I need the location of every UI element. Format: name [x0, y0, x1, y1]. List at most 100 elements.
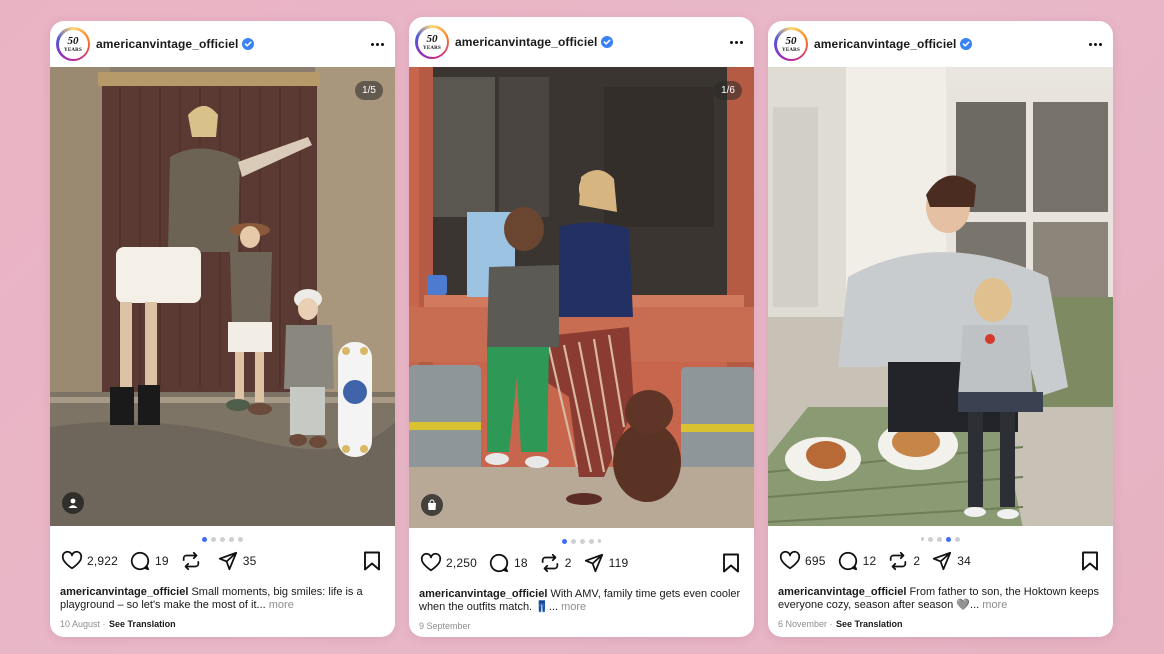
like-count: 2,250	[446, 556, 478, 570]
caption-more-link[interactable]: more	[558, 601, 586, 613]
more-options-icon[interactable]	[1087, 36, 1103, 52]
post-card-2: 50 YEARS americanvintage_officiel 1/6 2,…	[409, 17, 754, 637]
username[interactable]: americanvintage_officiel	[455, 35, 597, 49]
carousel-dot[interactable]	[928, 536, 934, 542]
like-button[interactable]: 2,922	[61, 550, 118, 572]
share-button[interactable]: 119	[583, 552, 629, 574]
avatar-label: YEARS	[782, 47, 800, 53]
share-button[interactable]: 34	[931, 550, 971, 572]
post-photo[interactable]: 1/5	[50, 67, 395, 526]
photo-image	[50, 67, 395, 526]
username[interactable]: americanvintage_officiel	[96, 37, 238, 51]
carousel-dot[interactable]	[220, 536, 225, 542]
caption-more-link[interactable]: more	[979, 599, 1007, 611]
caption-username[interactable]: americanvintage_officiel	[419, 588, 547, 600]
avatar-label: YEARS	[64, 47, 82, 53]
comment-icon	[130, 551, 150, 571]
repost-button[interactable]: 2	[887, 550, 920, 572]
post-photo[interactable]: 1/6	[409, 67, 754, 528]
like-button[interactable]: 695	[779, 550, 826, 572]
share-button[interactable]: 35	[217, 550, 257, 572]
see-translation-link[interactable]: See Translation	[109, 619, 176, 629]
repost-count: 2	[913, 554, 921, 568]
person-icon[interactable]	[62, 492, 84, 514]
like-count: 695	[805, 554, 826, 568]
more-options-icon[interactable]	[369, 36, 385, 52]
avatar-number: 50	[426, 32, 438, 45]
share-count: 34	[957, 554, 971, 568]
send-icon	[933, 551, 952, 571]
avatar[interactable]: 50 YEARS	[774, 27, 808, 61]
carousel-dot[interactable]	[588, 538, 594, 544]
carousel-dot[interactable]	[955, 536, 961, 542]
post-card-1: 50 YEARS americanvintage_officiel 1/5 2,…	[50, 21, 395, 637]
verified-badge-icon	[960, 38, 973, 50]
post-date: 10 August	[60, 619, 101, 629]
carousel-dot[interactable]	[211, 536, 216, 542]
avatar-number: 50	[785, 34, 797, 47]
comment-icon	[838, 551, 857, 571]
carousel-dot[interactable]	[202, 536, 207, 542]
heart-icon	[420, 552, 442, 572]
carousel-dot[interactable]	[570, 538, 576, 544]
more-options-icon[interactable]	[728, 34, 744, 50]
post-photo[interactable]	[768, 67, 1113, 526]
post-caption: americanvintage_officiel Small moments, …	[50, 576, 395, 616]
comment-button[interactable]: 18	[488, 552, 528, 574]
avatar-number: 50	[67, 34, 79, 47]
photo-image	[768, 67, 1113, 526]
post-caption: americanvintage_officiel From father to …	[768, 576, 1113, 616]
carousel-dot[interactable]	[937, 536, 943, 542]
action-bar: 2,922 19 35	[50, 546, 395, 576]
repost-button[interactable]: 2	[539, 552, 572, 574]
verified-badge-icon	[242, 38, 255, 50]
carousel-dots	[768, 532, 1113, 546]
bookmark-icon[interactable]	[363, 551, 381, 571]
like-count: 2,922	[87, 554, 119, 568]
caption-username[interactable]: americanvintage_officiel	[60, 586, 188, 598]
post-meta: 6 November · See Translation	[778, 619, 903, 629]
post-meta: 9 September	[409, 618, 754, 631]
post-date: 9 September	[419, 621, 471, 631]
caption-username[interactable]: americanvintage_officiel	[778, 586, 906, 598]
carousel-dots	[409, 534, 754, 548]
caption-more-link[interactable]: more	[266, 599, 294, 611]
repost-icon	[182, 551, 199, 571]
see-translation-link[interactable]: See Translation	[836, 619, 903, 629]
bookmark-icon[interactable]	[722, 553, 740, 573]
carousel-dot[interactable]	[561, 538, 567, 544]
comment-count: 19	[155, 554, 169, 568]
carousel-dot[interactable]	[946, 536, 952, 542]
comment-icon	[489, 553, 509, 573]
username[interactable]: americanvintage_officiel	[814, 37, 956, 51]
bookmark-icon[interactable]	[1081, 551, 1099, 571]
like-button[interactable]: 2,250	[420, 552, 477, 574]
comment-count: 12	[862, 554, 877, 568]
shopping-bag-icon[interactable]	[421, 494, 443, 516]
repost-button[interactable]	[180, 550, 206, 572]
action-bar: 2,250 18 2 119	[409, 548, 754, 578]
post-card-3: 50 YEARS americanvintage_officiel 695 12…	[768, 21, 1113, 637]
carousel-dot[interactable]	[920, 537, 925, 541]
comment-button[interactable]: 12	[837, 550, 877, 572]
share-count: 119	[608, 556, 629, 570]
comment-button[interactable]: 19	[129, 550, 169, 572]
photo-image	[409, 67, 754, 528]
post-date: 6 November	[778, 619, 828, 629]
carousel-dot[interactable]	[238, 536, 243, 542]
post-caption: americanvintage_officiel With AMV, famil…	[409, 578, 754, 618]
post-header: 50 YEARS americanvintage_officiel	[50, 21, 395, 67]
repost-count: 2	[564, 556, 572, 570]
action-bar: 695 12 2 34	[768, 546, 1113, 576]
avatar[interactable]: 50 YEARS	[415, 25, 449, 59]
post-meta: 10 August · See Translation	[60, 619, 176, 629]
heart-icon	[779, 550, 801, 570]
verified-badge-icon	[601, 36, 614, 48]
comment-count: 18	[514, 556, 528, 570]
carousel-dot[interactable]	[597, 539, 602, 543]
carousel-dot[interactable]	[579, 538, 585, 544]
avatar[interactable]: 50 YEARS	[56, 27, 90, 61]
heart-icon	[61, 550, 83, 570]
carousel-dot[interactable]	[229, 536, 234, 542]
post-header: 50 YEARS americanvintage_officiel	[409, 17, 754, 67]
